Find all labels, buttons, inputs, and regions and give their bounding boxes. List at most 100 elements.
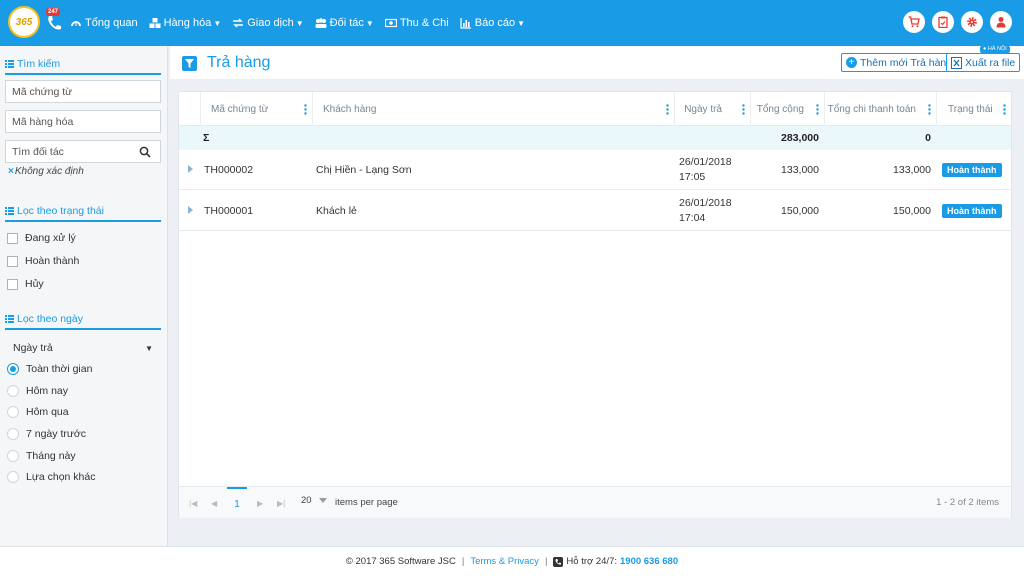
column-header-total[interactable]: Tổng cộng [751,92,825,126]
main-nav: Tổng quan Hàng hóa ▼ Giao dịch ▼ Đối tác ▼ … [70,0,536,46]
voucher-code-input[interactable]: Mã chứng từ [5,80,161,103]
partner-tag[interactable]: ×Không xác định [8,166,84,177]
radio-button[interactable] [7,450,19,462]
date-radio-custom[interactable]: Lựa chọn khác [7,471,96,483]
support-phone[interactable]: 1900 636 680 [620,556,678,567]
expand-row-icon[interactable] [188,206,193,214]
chevron-down-icon: ▼ [517,18,526,28]
status-checkbox-cancelled[interactable]: Hủy [7,278,44,290]
row-date: 26/01/2018 17:05 [679,155,732,183]
column-menu-icon[interactable] [928,104,931,115]
table-row[interactable]: TH000001 Khách lẻ 26/01/2018 17:04 150,00… [179,191,1011,231]
nav-item-products[interactable]: Hàng hóa ▼ [149,17,221,29]
add-return-button[interactable]: + Thêm mới Trả hàng [841,53,958,72]
column-header-code[interactable]: Mã chứng từ [201,92,313,126]
clipboard-icon [938,16,948,28]
radio-button[interactable] [7,406,19,418]
row-paid: 133,000 [893,163,931,176]
nav-item-partners[interactable]: Đối tác ▼ [315,17,374,29]
user-button[interactable] [990,11,1012,33]
table-row[interactable]: TH000002 Chị Hiền - Lạng Sơn 26/01/2018 1… [179,150,1011,190]
dashboard-icon [71,21,81,26]
filter-icon [185,59,194,68]
expand-row-icon[interactable] [188,165,193,173]
location-badge: ● HÀ NỘI [980,46,1010,53]
column-menu-icon[interactable] [666,104,669,115]
status-badge: Hoàn thành [942,203,1002,218]
page-size-label: items per page [335,497,398,508]
radio-button[interactable] [7,471,19,483]
radio-button[interactable] [7,385,19,397]
sum-total: 283,000 [781,132,819,144]
radio-button[interactable] [7,363,19,375]
checkbox[interactable] [7,255,18,267]
excel-icon [951,56,962,69]
list-icon [5,315,14,323]
current-page[interactable]: 1 [227,487,247,519]
column-menu-icon[interactable] [742,104,745,115]
clipboard-button[interactable] [932,11,954,33]
chevron-down-icon: ▼ [365,18,374,28]
exchange-icon [233,18,244,28]
nav-item-cashflow[interactable]: Thu & Chi [384,17,449,29]
terms-link[interactable]: Terms & Privacy [470,556,539,567]
toggle-filter-button[interactable] [182,56,197,71]
checkbox[interactable] [7,278,18,290]
partner-search-button[interactable] [130,140,161,163]
caret-down-icon: ▼ [145,343,153,353]
column-header-date[interactable]: Ngày trả [675,92,751,126]
product-code-input[interactable]: Mã hàng hóa [5,110,161,133]
date-radio-today[interactable]: Hôm nay [7,385,68,397]
caret-down-icon[interactable] [319,498,327,503]
column-header-paid[interactable]: Tổng chi thanh toán [825,92,937,126]
status-checkbox-processing[interactable]: Đang xử lý [7,232,76,244]
settings-button[interactable] [961,11,983,33]
prev-page-icon[interactable]: ◀ [211,499,217,508]
support-label: Hỗ trợ 24/7: [566,556,617,567]
date-type-select[interactable]: Ngày trả ▼ [5,337,161,359]
bar-chart-icon [460,18,471,29]
status-badge: Hoàn thành [942,162,1002,177]
column-menu-icon[interactable] [304,104,307,115]
expander-header [179,92,201,126]
cart-button[interactable] [903,11,925,33]
nav-item-overview[interactable]: Tổng quan [70,17,138,29]
column-menu-icon[interactable] [1003,104,1006,115]
close-icon[interactable]: × [8,166,14,177]
row-status: Hoàn thành [942,150,1002,189]
date-radio-this-month[interactable]: Tháng này [7,450,76,462]
row-total: 150,000 [781,204,819,217]
column-header-customer[interactable]: Khách hàng [313,92,675,126]
page-info: 1 - 2 of 2 items [936,497,999,508]
radio-button[interactable] [7,428,19,440]
date-radio-all-time[interactable]: Toàn thời gian [7,363,92,375]
nav-item-transactions[interactable]: Giao dịch ▼ [232,17,304,29]
cart-icon [908,16,920,28]
chevron-down-icon: ▼ [295,18,304,28]
phone-icon[interactable] [46,14,62,32]
partner-search-input[interactable]: Tìm đối tác [5,140,131,163]
phone-icon [553,556,564,567]
row-customer: Khách lẻ [316,204,357,217]
column-menu-icon[interactable] [816,104,819,115]
export-file-button[interactable]: Xuất ra file [946,53,1021,72]
nav-item-reports[interactable]: Báo cáo ▼ [460,17,525,29]
page-size-select[interactable]: 20 [301,495,312,506]
status-checkbox-completed[interactable]: Hoàn thành [7,255,79,267]
app-logo[interactable]: 365 [8,6,40,38]
first-page-icon[interactable]: |◀ [189,499,197,508]
grid-header: Mã chứng từ Khách hàng Ngày trả Tổng cộn… [179,92,1011,126]
row-code: TH000002 [204,163,254,176]
users-icon [315,18,327,28]
returns-grid: Mã chứng từ Khách hàng Ngày trả Tổng cộn… [178,91,1012,518]
column-header-status[interactable]: Trạng thái [937,92,1011,126]
copyright: © 2017 365 Software JSC [345,556,456,567]
summary-row: Σ 283,000 0 [179,126,1011,150]
date-radio-yesterday[interactable]: Hôm qua [7,406,69,418]
date-radio-last-7-days[interactable]: 7 ngày trước [7,428,86,440]
checkbox[interactable] [7,232,18,244]
list-icon [5,207,14,215]
next-page-icon[interactable]: ▶ [257,499,263,508]
row-total: 133,000 [781,163,819,176]
last-page-icon[interactable]: ▶| [277,499,285,508]
